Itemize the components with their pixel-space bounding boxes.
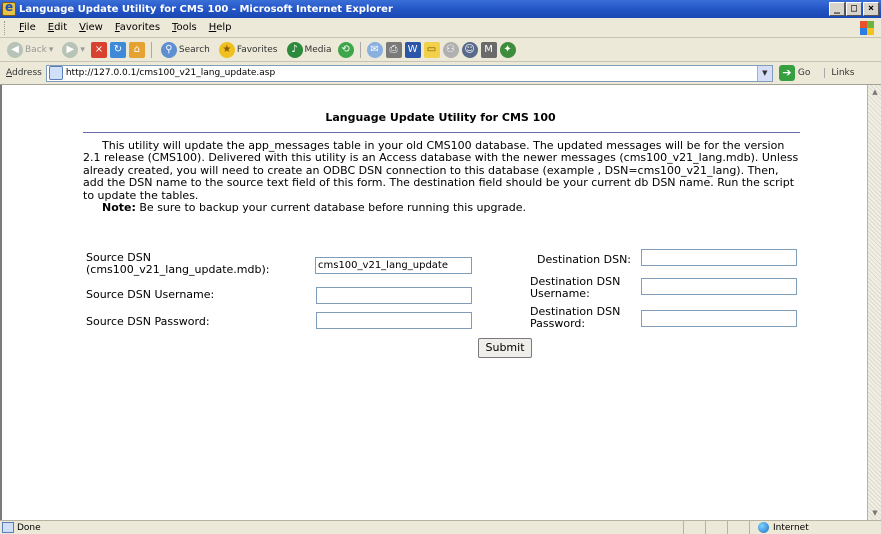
- destination-username-label-line2: Username:: [530, 287, 590, 300]
- messenger-icon[interactable]: ☺: [461, 41, 478, 58]
- back-button[interactable]: ◀ Back ▾: [4, 41, 56, 58]
- go-label: Go: [797, 68, 811, 78]
- menu-file[interactable]: File: [13, 22, 42, 33]
- source-dsn-input[interactable]: [315, 257, 472, 274]
- close-button[interactable]: ×: [863, 2, 879, 16]
- destination-password-label-line2: Password:: [530, 317, 586, 330]
- window-title-bar[interactable]: Language Update Utility for CMS 100 - Mi…: [0, 0, 881, 18]
- media-label: Media: [304, 44, 332, 55]
- page-title: Language Update Utility for CMS 100: [325, 111, 556, 124]
- note-text: Be sure to backup your current database …: [135, 201, 526, 215]
- msn-icon[interactable]: M: [480, 41, 497, 58]
- toolbar-separator: [150, 41, 152, 58]
- menu-help[interactable]: Help: [203, 22, 238, 33]
- source-dsn-label: Source DSN (cms100_v21_lang_update.mdb):: [86, 252, 269, 276]
- back-label: Back: [25, 44, 47, 55]
- word-edit-icon[interactable]: W: [404, 41, 421, 58]
- status-pane: [727, 520, 749, 534]
- forward-arrow-icon: ▶: [62, 41, 79, 58]
- mail-icon[interactable]: ✉: [366, 41, 383, 58]
- heading-divider: [83, 132, 800, 133]
- menu-view[interactable]: View: [73, 22, 109, 33]
- vertical-scrollbar[interactable]: ▲ ▼: [867, 85, 881, 520]
- submit-button[interactable]: Submit: [478, 338, 532, 358]
- media-icon: ♪: [286, 41, 303, 58]
- source-username-input[interactable]: [316, 287, 472, 304]
- standard-toolbar: ◀ Back ▾ ▶ ▾ × ↻ ⌂ ⚲ Search ★ Favorites …: [0, 38, 881, 62]
- favorites-button[interactable]: ★ Favorites: [216, 41, 281, 58]
- menu-favorites[interactable]: Favorites: [109, 22, 166, 33]
- stop-icon[interactable]: ×: [90, 41, 107, 58]
- tool-icon[interactable]: ✦: [499, 41, 516, 58]
- ie-icon: [2, 0, 16, 16]
- refresh-icon[interactable]: ↻: [109, 41, 126, 58]
- destination-password-input[interactable]: [641, 310, 797, 327]
- windows-flag-icon: [859, 20, 875, 36]
- address-url[interactable]: http://127.0.0.1/cms100_v21_lang_update.…: [66, 68, 757, 78]
- destination-dsn-input[interactable]: [641, 249, 797, 266]
- address-dropdown-icon[interactable]: ▼: [756, 65, 772, 81]
- print-icon[interactable]: ⎙: [385, 41, 402, 58]
- page-done-icon: [2, 522, 14, 533]
- zone-label: Internet: [773, 522, 809, 533]
- search-label: Search: [178, 44, 210, 55]
- home-icon[interactable]: ⌂: [128, 41, 145, 58]
- source-username-label: Source DSN Username:: [86, 288, 215, 301]
- maximize-button[interactable]: □: [846, 2, 862, 16]
- page-icon: [48, 66, 63, 80]
- media-button[interactable]: ♪ Media: [284, 41, 335, 58]
- destination-username-label: Destination DSN Username:: [530, 276, 620, 300]
- source-dsn-label-line2: (cms100_v21_lang_update.mdb):: [86, 263, 270, 276]
- destination-dsn-label: Destination DSN:: [537, 253, 632, 266]
- menu-edit[interactable]: Edit: [42, 22, 73, 33]
- intro-text: This utility will update the app_message…: [83, 139, 800, 215]
- toolbar-separator: [359, 41, 361, 58]
- address-label: Address: [6, 68, 42, 78]
- favorites-star-icon: ★: [218, 41, 235, 58]
- source-password-input[interactable]: [316, 312, 472, 329]
- menu-tools[interactable]: Tools: [166, 22, 203, 33]
- address-bar: Address http://127.0.0.1/cms100_v21_lang…: [0, 62, 881, 85]
- scroll-down-icon[interactable]: ▼: [869, 507, 881, 519]
- search-button[interactable]: ⚲ Search: [158, 41, 213, 58]
- security-zone[interactable]: Internet: [749, 520, 881, 534]
- minimize-button[interactable]: _: [829, 2, 845, 16]
- back-arrow-icon: ◀: [7, 41, 23, 58]
- backup-note: Note: Be sure to backup your current dat…: [83, 201, 800, 215]
- address-input[interactable]: http://127.0.0.1/cms100_v21_lang_update.…: [45, 64, 773, 82]
- favorites-label: Favorites: [236, 44, 278, 55]
- internet-globe-icon: [758, 522, 769, 533]
- history-icon[interactable]: ⟲: [337, 41, 354, 58]
- intro-paragraph: This utility will update the app_message…: [83, 139, 799, 202]
- destination-username-input[interactable]: [641, 278, 797, 295]
- research-icon[interactable]: ⚇: [442, 41, 459, 58]
- status-pane: [705, 520, 727, 534]
- scroll-up-icon[interactable]: ▲: [869, 86, 881, 98]
- go-button[interactable]: ➔ Go: [778, 65, 811, 81]
- discuss-icon[interactable]: ▭: [423, 41, 440, 58]
- links-button[interactable]: Links: [824, 68, 854, 78]
- window-title: Language Update Utility for CMS 100 - Mi…: [19, 3, 393, 15]
- status-bar: Done Internet: [0, 520, 881, 534]
- toolbar-grip: [4, 20, 7, 35]
- status-text: Done: [17, 522, 41, 533]
- status-pane: [683, 520, 705, 534]
- source-password-label: Source DSN Password:: [86, 315, 210, 328]
- search-icon: ⚲: [160, 41, 177, 58]
- go-arrow-icon: ➔: [778, 65, 795, 81]
- destination-password-label: Destination DSN Password:: [530, 306, 620, 330]
- menu-bar: File Edit View Favorites Tools Help: [0, 18, 881, 38]
- forward-button[interactable]: ▶ ▾: [59, 41, 88, 58]
- note-label: Note:: [102, 201, 136, 215]
